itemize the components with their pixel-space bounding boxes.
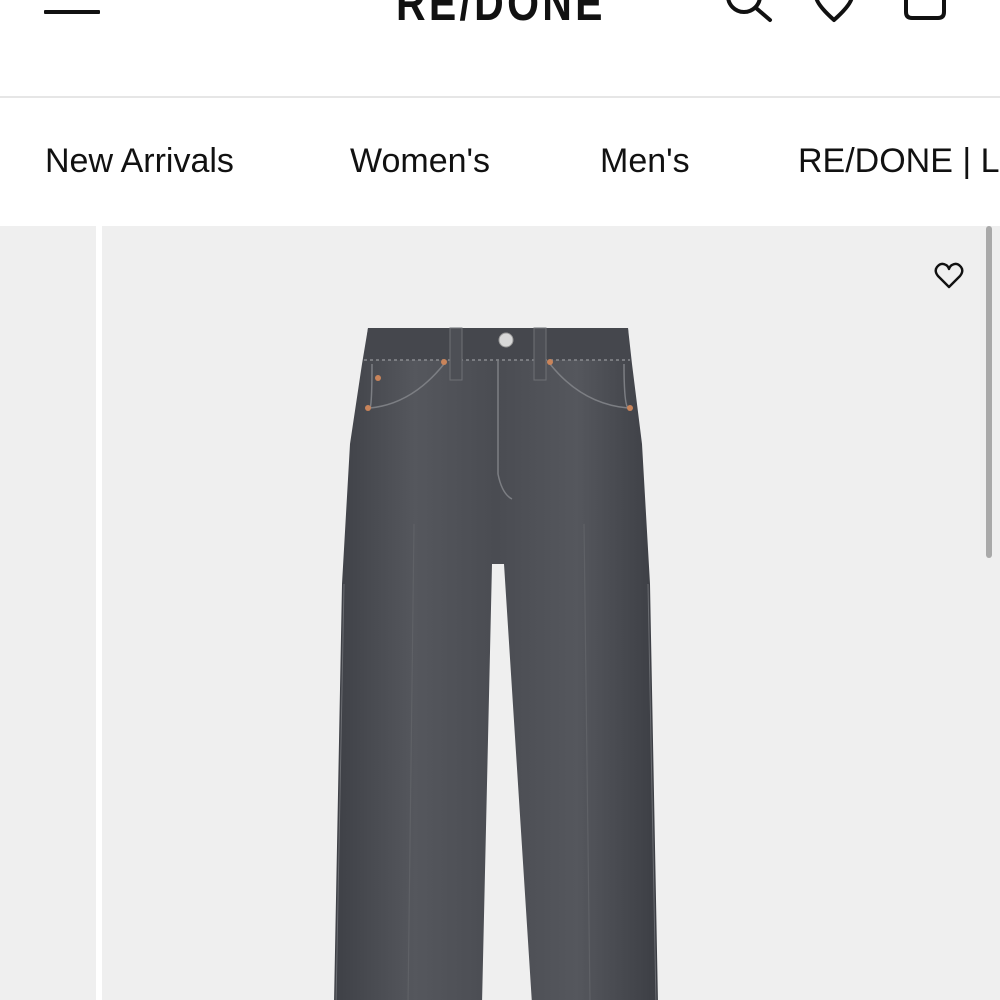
product-card[interactable] — [102, 226, 1000, 1000]
nav-item-new-arrivals[interactable]: New Arrivals — [45, 142, 234, 181]
brand-logo[interactable]: RE/DONE — [396, 0, 606, 32]
nav-item-redone-l[interactable]: RE/DONE | L — [798, 142, 1000, 181]
location-pin-icon[interactable] — [812, 0, 872, 26]
site-header: RE/DONE — [0, 0, 1000, 98]
previous-product-card[interactable] — [0, 226, 96, 1000]
nav-item-womens[interactable]: Women's — [350, 142, 490, 181]
category-nav: New Arrivals Women's Men's RE/DONE | L — [0, 100, 1000, 226]
product-gallery — [0, 226, 1000, 1000]
heart-icon[interactable] — [934, 262, 964, 290]
jeans-product-image — [334, 327, 658, 1000]
scrollbar-thumb[interactable] — [986, 226, 992, 558]
search-icon[interactable] — [720, 0, 780, 26]
hamburger-menu-icon[interactable] — [44, 0, 102, 20]
shopping-bag-icon[interactable] — [900, 0, 960, 26]
nav-item-mens[interactable]: Men's — [600, 142, 690, 181]
